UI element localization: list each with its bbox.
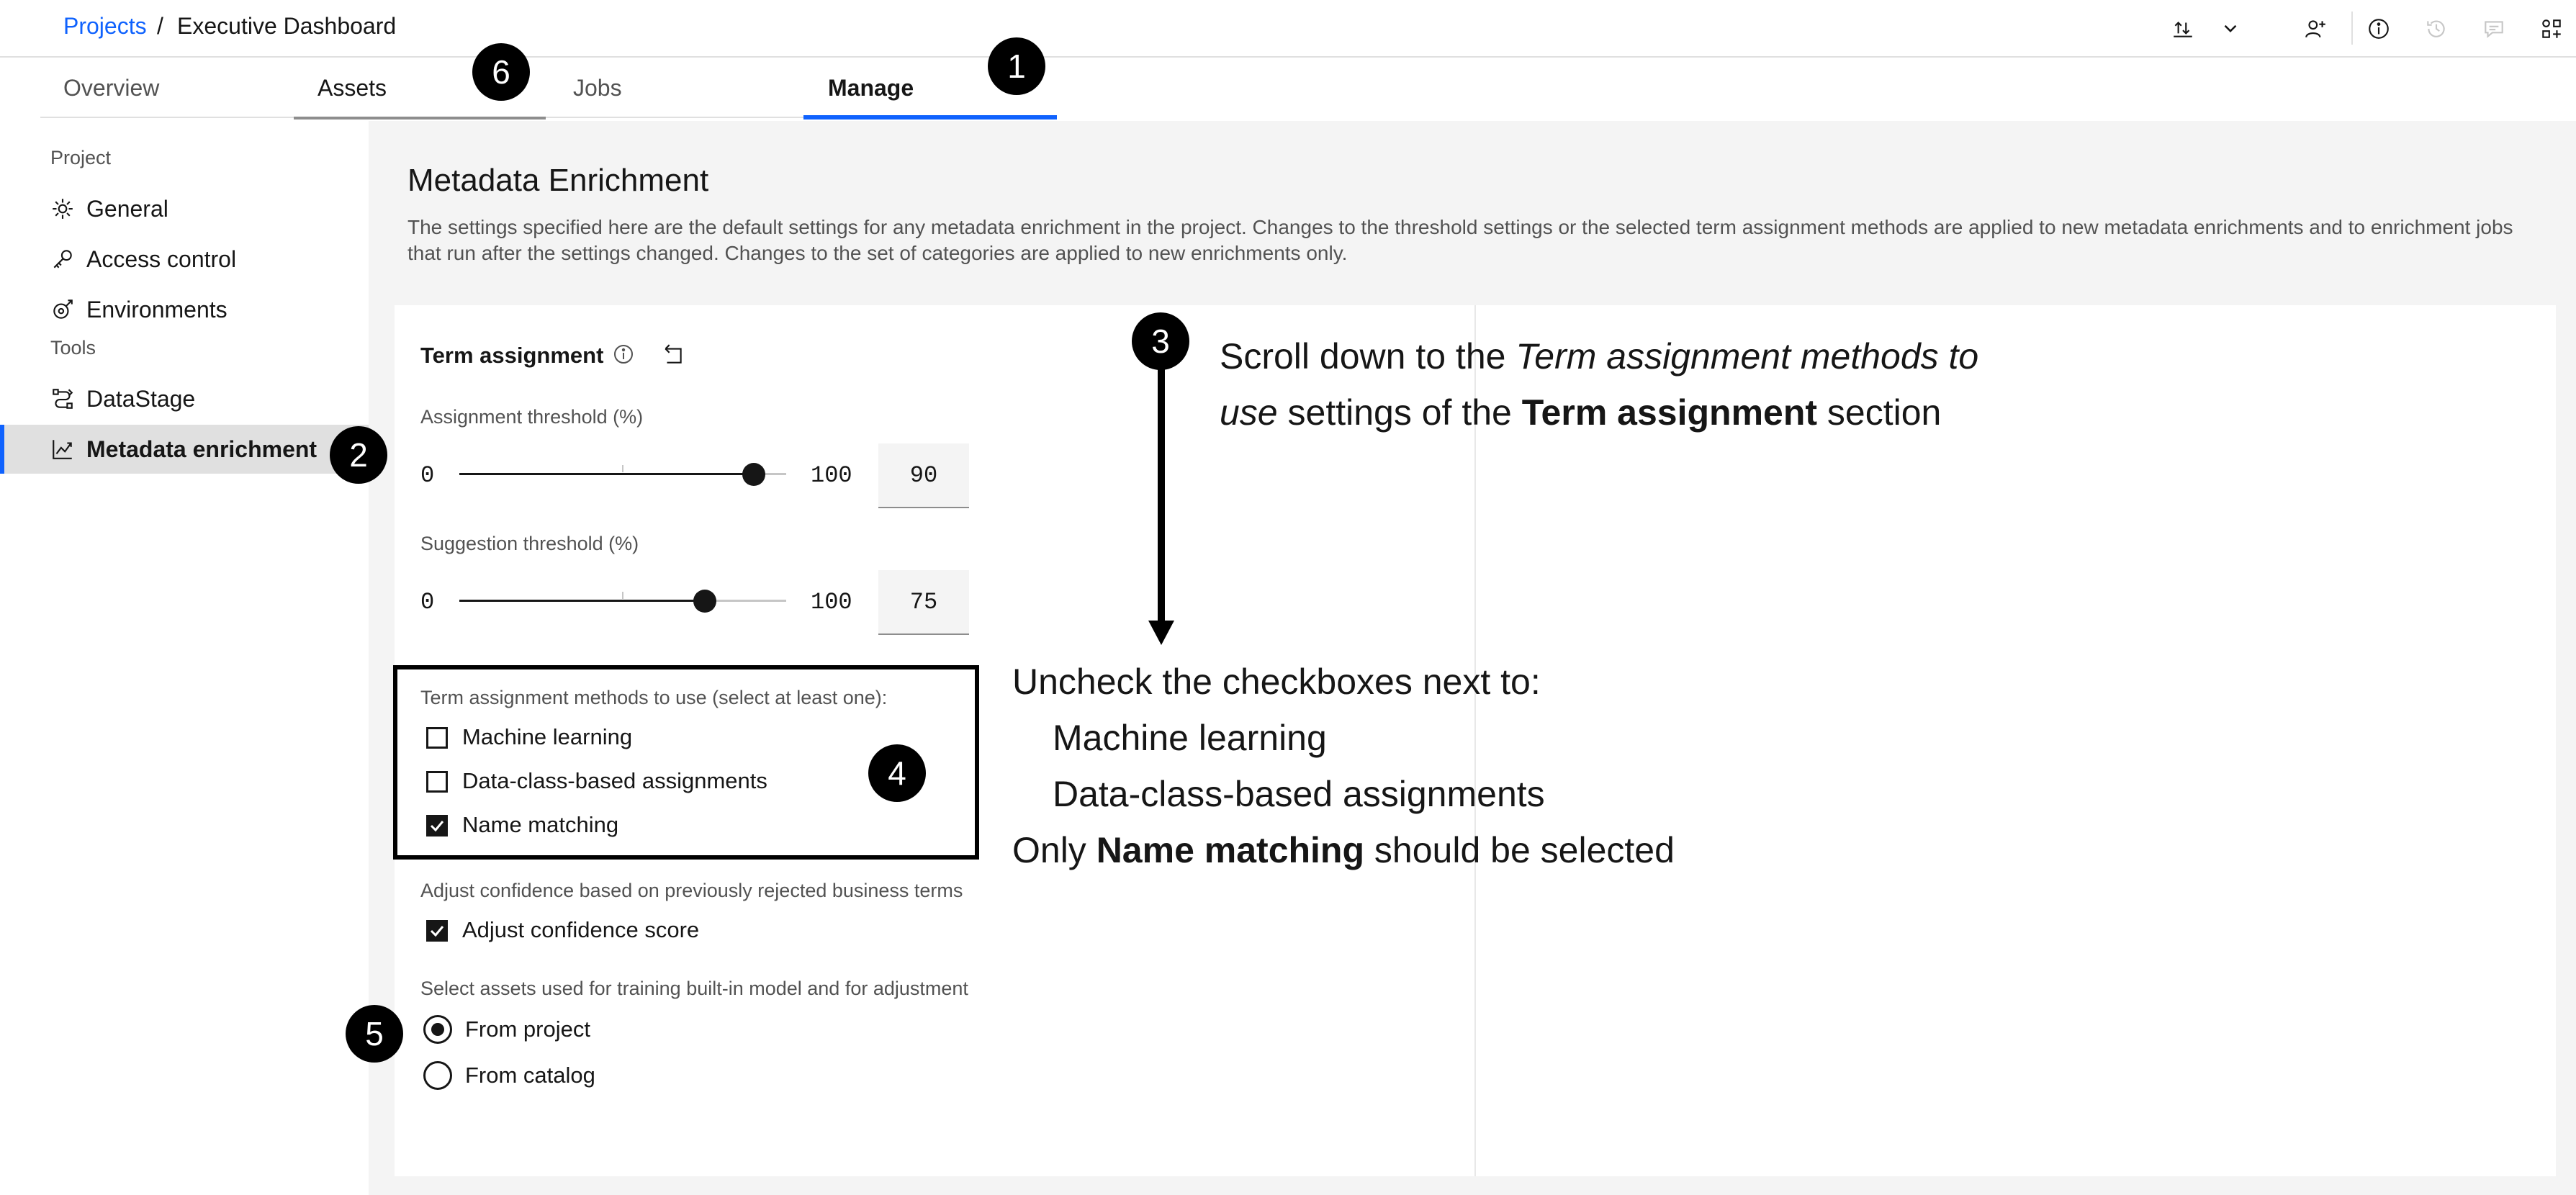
- step-badge-3: 3: [1132, 312, 1189, 370]
- step3-bold: Term assignment: [1521, 392, 1818, 433]
- slider-filled-track: [459, 473, 754, 475]
- assignment-threshold-min: 0: [420, 462, 435, 489]
- step-badge-4: 4: [868, 744, 926, 802]
- adjust-confidence-label[interactable]: Adjust confidence score: [462, 917, 699, 943]
- gear-icon: [53, 199, 73, 219]
- sidebar-item-metadata-enrichment[interactable]: Metadata enrichment: [0, 425, 369, 474]
- step3-italic: Term assignment methods to: [1516, 336, 1979, 376]
- data-class-checkbox[interactable]: [426, 771, 448, 793]
- from-project-label[interactable]: From project: [465, 1016, 590, 1042]
- data-class-label[interactable]: Data-class-based assignments: [462, 768, 767, 794]
- slider-rest-track: [705, 600, 786, 602]
- step3-annotation: Scroll down to the Term assignment metho…: [1220, 328, 2112, 441]
- step4-bold: Name matching: [1096, 830, 1365, 870]
- scroll-down-arrow: [1148, 366, 1174, 645]
- training-label: Select assets used for training built-in…: [420, 978, 968, 999]
- slider-tick: [622, 465, 623, 472]
- step-badge-6: 6: [472, 43, 530, 101]
- machine-learning-checkbox[interactable]: [426, 727, 448, 749]
- history-icon: [2422, 14, 2451, 43]
- app-header: Projects / Executive Dashboard: [0, 0, 2576, 58]
- sidebar-item-label: Metadata enrichment: [86, 436, 318, 462]
- sidebar-item-general[interactable]: General: [0, 184, 369, 233]
- from-catalog-radio[interactable]: [423, 1061, 452, 1090]
- tab-overview[interactable]: Overview: [63, 58, 159, 118]
- breadcrumb-separator: /: [157, 13, 163, 39]
- info-icon[interactable]: [612, 343, 635, 366]
- radio-selected-dot: [431, 1023, 444, 1036]
- step4-text: should be selected: [1364, 830, 1675, 870]
- step-badge-5: 5: [346, 1005, 403, 1063]
- checkmark-icon: [430, 926, 444, 937]
- import-export-icon[interactable]: [2169, 14, 2197, 43]
- adjust-confidence-checkbox[interactable]: [426, 920, 448, 942]
- sidebar-item-datastage[interactable]: DataStage: [0, 374, 369, 423]
- from-project-radio[interactable]: [423, 1015, 452, 1044]
- step-badge-2: 2: [330, 426, 387, 484]
- slider-thumb[interactable]: [693, 590, 716, 613]
- step3-text: section: [1817, 392, 1942, 433]
- step3-italic: use: [1220, 392, 1278, 433]
- step4-line: Machine learning: [1053, 718, 1327, 758]
- tab-underline-jobs: [546, 117, 803, 118]
- slider-filled-track: [459, 600, 705, 602]
- tab-assets[interactable]: Assets: [318, 58, 387, 118]
- comment-icon: [2480, 14, 2508, 43]
- info-icon[interactable]: [2364, 14, 2393, 43]
- assignment-threshold-label: Assignment threshold (%): [420, 406, 644, 428]
- assignment-threshold-input[interactable]: 90: [878, 443, 969, 508]
- step-badge-1: 1: [988, 37, 1045, 95]
- step4-text: Only: [1012, 830, 1096, 870]
- machine-learning-label[interactable]: Machine learning: [462, 724, 632, 750]
- sidebar-section-project: Project: [50, 147, 112, 168]
- breadcrumb-projects-link[interactable]: Projects: [63, 13, 147, 40]
- suggestion-threshold-max: 100: [811, 589, 852, 615]
- checkmark-icon: [430, 821, 444, 832]
- sidebar-item-environments[interactable]: Environments: [0, 285, 369, 334]
- step3-text: Scroll down to the: [1220, 336, 1516, 376]
- datastage-icon: [53, 389, 73, 409]
- methods-label: Term assignment methods to use (select a…: [420, 687, 888, 708]
- sidebar-item-access-control[interactable]: Access control: [0, 235, 369, 284]
- suggestion-threshold-min: 0: [420, 589, 435, 615]
- header-divider: [2351, 12, 2353, 45]
- add-collaborator-icon[interactable]: [2301, 14, 2330, 43]
- page-description: The settings specified here are the defa…: [407, 216, 2513, 264]
- confidence-label: Adjust confidence based on previously re…: [420, 880, 963, 901]
- step4-line: Data-class-based assignments: [1053, 774, 1545, 814]
- tab-bar: Overview Assets Jobs Manage: [0, 58, 2576, 121]
- sidebar-item-label: General: [86, 195, 168, 222]
- name-matching-checkbox[interactable]: [426, 815, 448, 836]
- tab-manage[interactable]: Manage: [828, 58, 914, 118]
- sidebar-item-label: Access control: [86, 245, 237, 272]
- step3-text: settings of the: [1277, 392, 1522, 433]
- suggestion-threshold-input[interactable]: 75: [878, 570, 969, 635]
- step4-annotation: Uncheck the checkboxes next to: Machine …: [1012, 654, 1876, 878]
- enrichment-icon: [53, 440, 72, 459]
- reset-icon[interactable]: [661, 343, 685, 367]
- suggestion-threshold-label: Suggestion threshold (%): [420, 533, 639, 554]
- environment-icon: [53, 299, 73, 319]
- tab-underline-overview: [40, 117, 294, 118]
- page-title: Metadata Enrichment: [407, 163, 709, 198]
- tab-jobs[interactable]: Jobs: [573, 58, 622, 118]
- section-title-term-assignment: Term assignment: [420, 343, 604, 368]
- breadcrumb-current: Executive Dashboard: [177, 13, 397, 39]
- slider-tick: [622, 592, 623, 599]
- assignment-threshold-max: 100: [811, 462, 852, 489]
- tab-underline-assets: [294, 117, 546, 120]
- apps-icon[interactable]: [2537, 14, 2566, 43]
- step4-line: Uncheck the checkboxes next to:: [1012, 662, 1541, 702]
- sidebar-item-label: DataStage: [86, 385, 196, 412]
- sidebar-item-label: Environments: [86, 296, 228, 323]
- chevron-down-icon[interactable]: [2216, 14, 2245, 43]
- tab-underline-manage-active: [803, 115, 1057, 120]
- from-catalog-label[interactable]: From catalog: [465, 1063, 595, 1088]
- slider-thumb[interactable]: [742, 463, 765, 486]
- name-matching-label[interactable]: Name matching: [462, 812, 618, 838]
- sidebar: Project General Access control Environme…: [0, 121, 369, 1195]
- sidebar-section-tools: Tools: [50, 337, 96, 358]
- key-icon: [53, 250, 72, 269]
